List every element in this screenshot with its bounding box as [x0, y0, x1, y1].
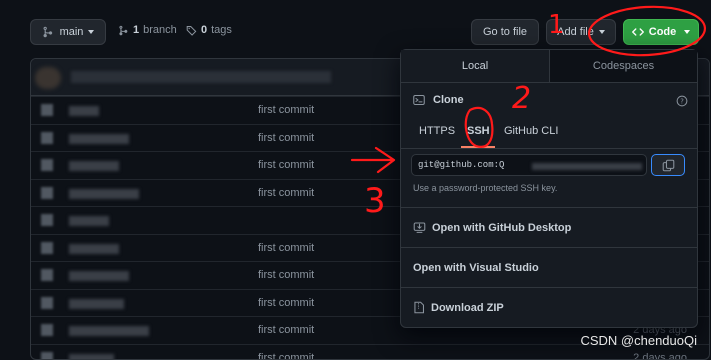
file-name-redacted[interactable]	[69, 106, 99, 116]
tab-codespaces[interactable]: Codespaces	[550, 50, 697, 82]
csdn-watermark: CSDN @chenduoQi	[580, 333, 697, 348]
chevron-down-icon	[88, 30, 95, 34]
file-name-redacted[interactable]	[69, 161, 119, 171]
branch-label: main	[59, 26, 84, 38]
add-file-button[interactable]: Add file	[546, 19, 616, 45]
commit-message[interactable]: first commit	[258, 104, 314, 116]
file-name-redacted[interactable]	[69, 326, 149, 336]
commit-message[interactable]: first commit	[258, 269, 314, 281]
tags-label: tags	[211, 24, 232, 36]
dropdown-tabs: Local Codespaces	[401, 50, 697, 83]
open-visual-studio-label: Open with Visual Studio	[413, 261, 539, 274]
file-icon	[41, 324, 53, 336]
commit-message[interactable]: first commit	[258, 297, 314, 309]
clone-url-input[interactable]: git@github.com:Q	[411, 154, 647, 176]
tag-icon	[186, 25, 197, 36]
open-github-desktop[interactable]: Open with GitHub Desktop	[401, 207, 697, 247]
tags-count: 0	[201, 24, 208, 36]
branch-select-button[interactable]: main	[30, 19, 106, 45]
chevron-down-icon	[684, 30, 691, 34]
commit-message[interactable]: first commit	[258, 324, 314, 336]
ssh-hint: Use a password-protected SSH key.	[413, 183, 558, 193]
download-zip[interactable]: Download ZIP	[401, 287, 697, 327]
code-icon	[631, 28, 644, 36]
code-dropdown: Local Codespaces Clone ? HTTPS SSH GitHu…	[400, 49, 698, 328]
protocol-tabs-divider	[401, 148, 697, 149]
tags-link[interactable]: 0 tags	[186, 24, 232, 36]
branches-link[interactable]: 1 branch	[118, 24, 177, 36]
clone-url-redacted	[532, 163, 642, 170]
svg-text:?: ?	[680, 98, 684, 106]
go-to-file-label: Go to file	[482, 26, 528, 38]
chevron-down-icon	[598, 30, 605, 34]
copy-icon	[662, 159, 674, 171]
terminal-icon	[413, 94, 425, 106]
clone-url-text: git@github.com:Q	[418, 160, 505, 170]
tab-local-label: Local	[461, 60, 489, 72]
file-icon	[41, 159, 53, 171]
file-icon	[41, 186, 53, 199]
desktop-download-icon	[413, 222, 426, 233]
clone-header: Clone	[413, 94, 464, 106]
file-name-redacted[interactable]	[69, 188, 139, 199]
file-name-redacted[interactable]	[69, 271, 129, 281]
file-icon	[41, 269, 53, 281]
file-icon	[41, 131, 53, 144]
tab-local[interactable]: Local	[401, 50, 550, 82]
commit-message[interactable]: first commit	[258, 352, 314, 360]
clone-title: Clone	[433, 94, 464, 106]
code-button[interactable]: Code	[623, 19, 699, 45]
go-to-file-button[interactable]: Go to file	[471, 19, 539, 45]
tab-https[interactable]: HTTPS	[419, 125, 455, 137]
open-github-desktop-label: Open with GitHub Desktop	[432, 221, 572, 234]
file-name-redacted[interactable]	[69, 243, 119, 254]
file-zip-icon	[414, 301, 424, 314]
add-file-label: Add file	[557, 26, 594, 38]
commit-message[interactable]: first commit	[258, 242, 314, 254]
commit-message[interactable]: first commit	[258, 187, 314, 199]
file-icon	[41, 214, 53, 226]
tab-github-cli[interactable]: GitHub CLI	[504, 125, 558, 137]
branch-icon	[43, 26, 52, 38]
file-name-redacted[interactable]	[69, 216, 109, 226]
commit-message[interactable]: first commit	[258, 159, 314, 171]
file-name-redacted[interactable]	[69, 133, 129, 144]
file-name-redacted[interactable]	[69, 353, 114, 359]
download-zip-label: Download ZIP	[431, 301, 504, 314]
branches-count: 1	[133, 24, 140, 36]
file-icon	[41, 351, 53, 359]
help-icon[interactable]: ?	[676, 95, 688, 107]
file-icon	[41, 241, 53, 254]
copy-url-button[interactable]	[651, 154, 685, 176]
tab-codespaces-label: Codespaces	[592, 60, 655, 72]
open-visual-studio[interactable]: Open with Visual Studio	[401, 247, 697, 287]
commit-age: 2 days ago	[633, 351, 687, 360]
branches-label: branch	[143, 24, 177, 36]
commit-message[interactable]: first commit	[258, 132, 314, 144]
branch-icon	[119, 25, 128, 35]
file-icon	[41, 104, 53, 116]
file-name-redacted[interactable]	[69, 298, 124, 309]
avatar	[35, 67, 61, 89]
file-icon	[41, 296, 53, 309]
tab-ssh[interactable]: SSH	[467, 125, 490, 137]
latest-commit-info	[71, 71, 331, 83]
code-label: Code	[648, 26, 677, 38]
